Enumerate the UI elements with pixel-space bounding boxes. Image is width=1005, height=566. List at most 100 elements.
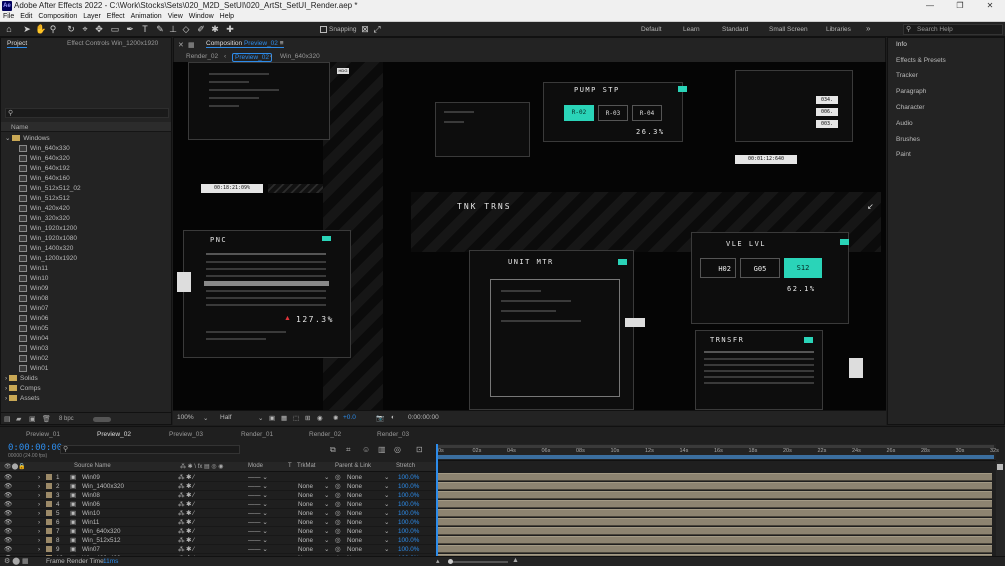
new-comp-icon[interactable]: ▣ — [29, 415, 36, 423]
label-color-swatch[interactable] — [46, 536, 52, 545]
layer-duration-bar[interactable] — [438, 509, 992, 517]
stretch-value[interactable]: 100.0% — [398, 509, 419, 518]
stretch-value[interactable]: 100.0% — [398, 500, 419, 509]
parent-dropdown[interactable]: None — [347, 536, 362, 545]
visibility-eye-icon[interactable]: 👁 — [4, 491, 12, 500]
parent-chevron-icon[interactable]: ⌄ — [384, 536, 389, 545]
stretch-value[interactable]: 100.0% — [398, 473, 419, 482]
visibility-eye-icon[interactable]: 👁 — [4, 500, 12, 509]
layer-row[interactable]: 👁 › 4 ▣ Win06 ⁂ ✱ ⁄ —— ⌄ None ⌄ ◎ None ⌄ 100.0% — [0, 500, 436, 509]
trkmat-chevron-icon[interactable]: ⌄ — [324, 491, 329, 500]
layer-row[interactable]: 👁 › 2 ▣ Win_1400x320 ⁂ ✱ ⁄ —— ⌄ None ⌄ ◎ None ⌄ 100.… — [0, 482, 436, 491]
graph-editor-icon[interactable]: ⊡ — [416, 445, 423, 454]
parent-chevron-icon[interactable]: ⌄ — [384, 500, 389, 509]
parent-chevron-icon[interactable]: ⌄ — [384, 545, 389, 554]
zoom-chevron-icon[interactable]: ⌄ — [203, 414, 208, 422]
panel-info[interactable]: Info — [896, 41, 907, 48]
grid-icon[interactable]: ⊞ — [305, 414, 310, 422]
layer-duration-bar[interactable] — [438, 491, 992, 499]
parent-dropdown[interactable]: None — [347, 518, 362, 527]
pen-tool-icon[interactable]: ✒ — [125, 24, 135, 34]
project-comp-item[interactable]: Win_640x160 — [1, 174, 171, 184]
project-comp-item[interactable]: Win02 — [1, 354, 171, 364]
layer-expand-icon[interactable]: › — [38, 482, 40, 491]
panel-character[interactable]: Character — [896, 104, 925, 111]
pickwhip-icon[interactable]: ◎ — [335, 527, 341, 536]
label-color-swatch[interactable] — [46, 527, 52, 536]
layer-switches-icon[interactable]: ⁂ ✱ ⁄ — [178, 545, 194, 554]
layer-name[interactable]: Win08 — [82, 491, 100, 500]
label-color-swatch[interactable] — [46, 482, 52, 491]
show-snapshot-icon[interactable]: ◐ — [391, 414, 395, 421]
layer-row[interactable]: 👁 › 3 ▣ Win08 ⁂ ✱ ⁄ —— ⌄ None ⌄ ◎ None ⌄ 100.0% — [0, 491, 436, 500]
rotate-tool-icon[interactable]: ↻ — [66, 24, 76, 34]
disclosure-triangle-icon[interactable]: ⌄ — [5, 135, 12, 142]
layer-expand-icon[interactable]: › — [38, 527, 40, 536]
project-comp-item[interactable]: Win_640x192 — [1, 164, 171, 174]
timeline-scrollbar[interactable] — [996, 462, 1005, 556]
frame-blend-icon[interactable]: ▥ — [378, 445, 386, 454]
label-color-swatch[interactable] — [46, 473, 52, 482]
timeline-zoom-slider[interactable] — [448, 559, 508, 564]
panel-tracker[interactable]: Tracker — [896, 72, 918, 79]
roto-tool-icon[interactable]: ✐ — [196, 24, 206, 34]
column-trkmat[interactable]: TrkMat — [297, 463, 315, 469]
layer-expand-icon[interactable]: › — [38, 473, 40, 482]
layer-row[interactable]: 👁 › 5 ▣ Win10 ⁂ ✱ ⁄ —— ⌄ None ⌄ ◎ None ⌄ 100.0% — [0, 509, 436, 518]
menu-layer[interactable]: Layer — [80, 12, 104, 22]
layer-name[interactable]: Win_512x512 — [82, 536, 121, 545]
layer-row[interactable]: 👁 › 8 ▣ Win_512x512 ⁂ ✱ ⁄ —— ⌄ None ⌄ ◎ None ⌄ 100.0… — [0, 536, 436, 545]
trkmat-chevron-icon[interactable]: ⌄ — [324, 473, 329, 482]
trkmat-dropdown[interactable]: None — [298, 509, 313, 518]
column-source-name[interactable]: Source Name — [74, 463, 111, 469]
project-comp-item[interactable]: Win09 — [1, 284, 171, 294]
visibility-eye-icon[interactable]: 👁 — [4, 527, 12, 536]
project-comp-item[interactable]: Win_512x512_02 — [1, 184, 171, 194]
panel-brushes[interactable]: Brushes — [896, 136, 920, 143]
home-icon[interactable]: ⌂ — [4, 24, 14, 34]
mode-dropdown[interactable]: —— ⌄ — [248, 473, 268, 482]
visibility-eye-icon[interactable]: 👁 — [4, 509, 12, 518]
layer-expand-icon[interactable]: › — [38, 545, 40, 554]
zoom-out-icon[interactable]: ▴ — [436, 557, 440, 565]
project-comp-item[interactable]: Win_640x330 — [1, 144, 171, 154]
panel-paragraph[interactable]: Paragraph — [896, 88, 926, 95]
type-tool-icon[interactable]: T — [140, 24, 150, 34]
label-color-swatch[interactable] — [46, 509, 52, 518]
parent-chevron-icon[interactable]: ⌄ — [384, 491, 389, 500]
column-mode[interactable]: Mode — [248, 463, 263, 469]
layer-expand-icon[interactable]: › — [38, 491, 40, 500]
snap-expand-icon[interactable]: ⤢ — [372, 24, 382, 34]
timeline-search-input[interactable]: ⚲ — [60, 445, 240, 454]
panel-audio[interactable]: Audio — [896, 120, 913, 127]
column-stretch[interactable]: Stretch — [396, 463, 415, 469]
time-navigator[interactable] — [436, 455, 994, 459]
composition-viewer[interactable]: HDG 00:18:21:09% PNC ▲ 127.3% PUMP STP R… — [173, 62, 886, 410]
zoom-slider-thumb[interactable] — [448, 559, 453, 564]
zoom-in-icon[interactable]: ▲ — [512, 557, 519, 564]
layer-expand-icon[interactable]: › — [38, 536, 40, 545]
trkmat-dropdown[interactable]: None — [298, 518, 313, 527]
layer-switches-icon[interactable]: ⁂ ✱ ⁄ — [178, 473, 194, 482]
project-folder[interactable]: › Assets — [1, 394, 171, 404]
timeline-tab[interactable]: Preview_01 — [26, 431, 60, 438]
mode-dropdown[interactable]: —— ⌄ — [248, 482, 268, 491]
layer-duration-bar[interactable] — [438, 527, 992, 535]
timeline-tab[interactable]: Render_01 — [241, 431, 273, 438]
panel-paint[interactable]: Paint — [896, 151, 911, 158]
motion-blur-icon[interactable]: ◎ — [394, 445, 401, 454]
parent-chevron-icon[interactable]: ⌄ — [384, 473, 389, 482]
pickwhip-icon[interactable]: ◎ — [335, 500, 341, 509]
channel-icon[interactable]: ◉ — [317, 414, 323, 422]
timeline-tab[interactable]: Render_02 — [309, 431, 341, 438]
trkmat-dropdown[interactable]: None — [298, 536, 313, 545]
layer-expand-icon[interactable]: › — [38, 500, 40, 509]
layer-name[interactable]: Win07 — [82, 545, 100, 554]
pin-tool-icon[interactable]: ✚ — [225, 24, 235, 34]
mode-dropdown[interactable]: —— ⌄ — [248, 491, 268, 500]
panel-menu-icon[interactable]: ≡ — [280, 40, 284, 47]
project-folder[interactable]: › Comps — [1, 384, 171, 394]
parent-dropdown[interactable]: None — [347, 509, 362, 518]
menu-window[interactable]: Window — [186, 12, 217, 22]
resolution-dropdown[interactable]: Half — [220, 414, 232, 421]
